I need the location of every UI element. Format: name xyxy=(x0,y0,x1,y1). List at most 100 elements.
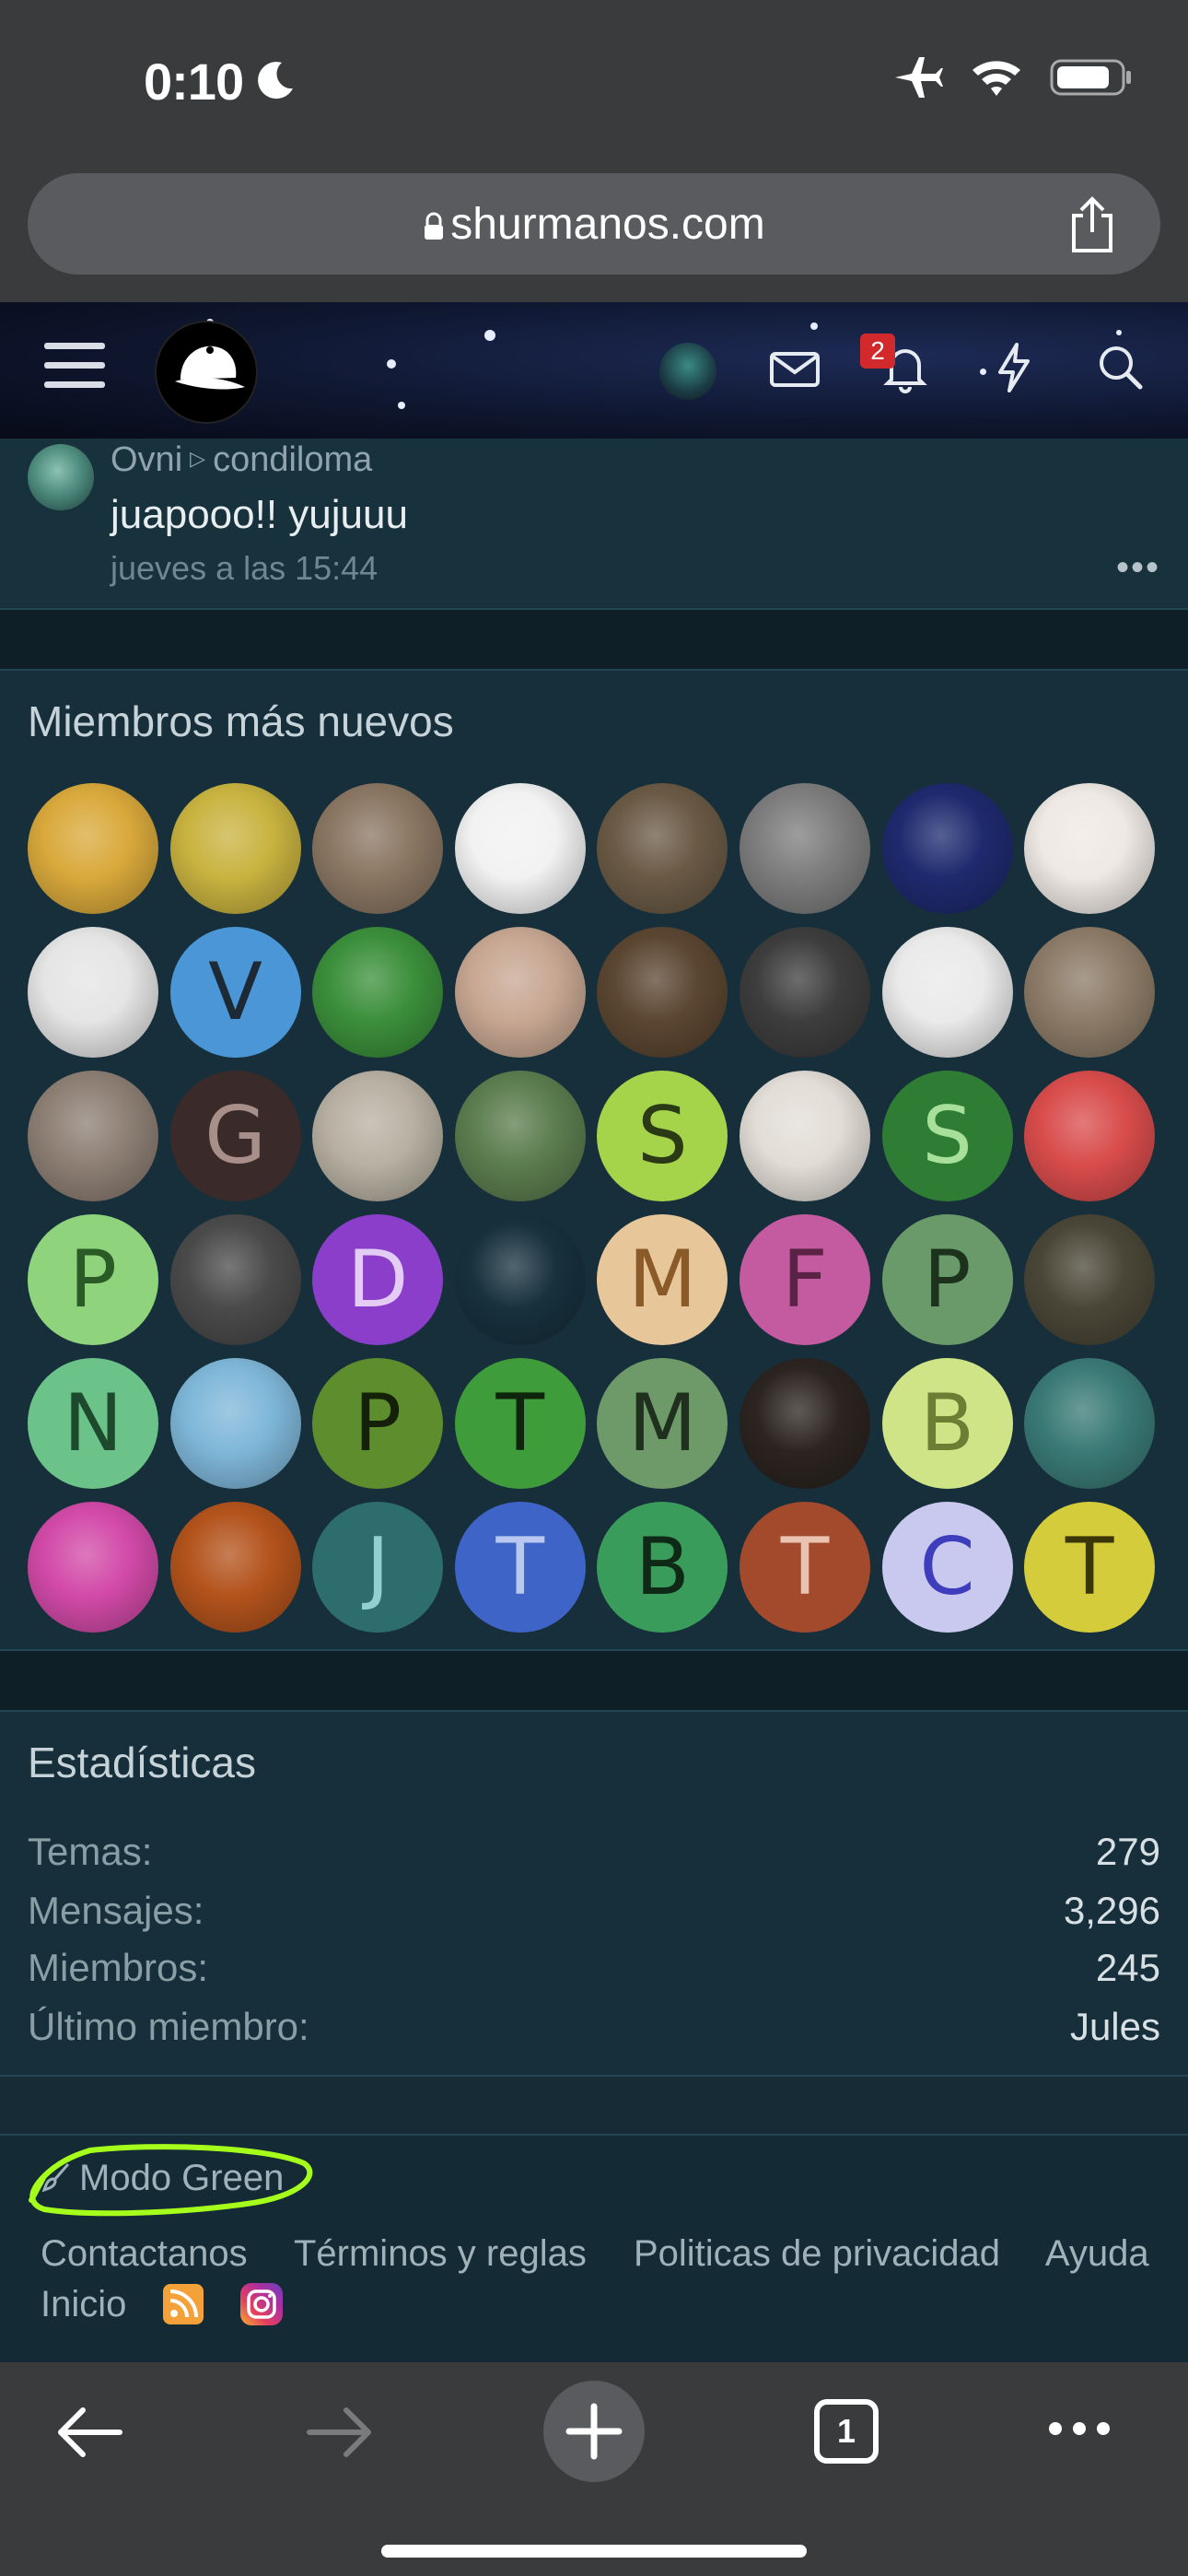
member-avatar[interactable] xyxy=(312,783,444,914)
member-avatar[interactable] xyxy=(28,1071,158,1201)
member-avatar[interactable]: F xyxy=(739,1214,870,1345)
member-avatar[interactable] xyxy=(739,783,870,914)
member-avatar[interactable]: D xyxy=(312,1214,444,1345)
lock-icon xyxy=(425,212,444,240)
contact-link[interactable]: Contactanos xyxy=(41,2233,248,2274)
member-avatar[interactable] xyxy=(1024,1071,1156,1201)
member-avatar[interactable] xyxy=(169,1214,301,1345)
member-avatar[interactable]: T xyxy=(1024,1502,1156,1633)
member-avatar[interactable] xyxy=(1024,783,1156,914)
address-bar[interactable]: shurmanos.com xyxy=(28,173,1160,275)
terms-link[interactable]: Términos y reglas xyxy=(294,2233,587,2274)
member-avatar-letter: J xyxy=(366,1521,390,1613)
user-avatar[interactable] xyxy=(659,343,716,400)
member-avatar[interactable]: P xyxy=(881,1214,1013,1345)
member-avatar[interactable] xyxy=(739,927,870,1058)
member-avatar[interactable] xyxy=(169,783,301,914)
member-avatar[interactable]: C xyxy=(881,1502,1013,1633)
member-avatar[interactable] xyxy=(739,1358,870,1489)
mail-icon[interactable] xyxy=(766,339,823,396)
tabs-button[interactable]: 1 xyxy=(814,2399,879,2464)
more-options-icon[interactable]: ••• xyxy=(1116,547,1160,589)
instagram-icon[interactable] xyxy=(240,2283,284,2325)
member-avatar[interactable] xyxy=(1024,1214,1156,1345)
member-avatar-letter: T xyxy=(495,1521,545,1613)
airplane-icon xyxy=(895,57,943,98)
forward-icon[interactable] xyxy=(304,2403,378,2462)
member-avatar[interactable] xyxy=(28,1502,158,1633)
member-avatar[interactable]: T xyxy=(454,1502,586,1633)
member-avatar[interactable]: S xyxy=(597,1071,728,1201)
member-avatar[interactable] xyxy=(881,783,1013,914)
stat-value: 245 xyxy=(1095,1946,1160,1989)
status-icons xyxy=(891,55,1133,100)
home-link[interactable]: Inicio xyxy=(41,2284,126,2325)
member-avatar[interactable] xyxy=(169,1502,301,1633)
stat-label: Miembros: xyxy=(28,1946,209,1989)
member-avatar[interactable] xyxy=(28,927,158,1058)
member-avatar-letter: M xyxy=(628,1234,697,1326)
star-decoration xyxy=(398,402,405,409)
member-avatar[interactable] xyxy=(881,927,1013,1058)
member-avatar[interactable]: M xyxy=(597,1214,728,1345)
privacy-link[interactable]: Politicas de privacidad xyxy=(634,2233,1000,2274)
member-avatar[interactable] xyxy=(597,927,728,1058)
rss-icon[interactable] xyxy=(163,2284,204,2324)
activity-item[interactable]: Ovni ▷ condiloma juapooo!! yujuuu jueves a… xyxy=(0,439,1188,610)
member-avatar[interactable] xyxy=(454,783,586,914)
activity-time: jueves a las 15:44 xyxy=(111,549,379,587)
member-avatar[interactable]: T xyxy=(739,1502,870,1633)
stat-label: Mensajes: xyxy=(28,1889,204,1932)
triangle-icon: ▷ xyxy=(190,447,206,470)
member-avatar[interactable] xyxy=(1024,1358,1156,1489)
share-icon[interactable] xyxy=(1065,195,1120,254)
member-avatar[interactable]: M xyxy=(597,1358,728,1489)
member-avatar[interactable] xyxy=(739,1071,870,1201)
member-avatar[interactable]: J xyxy=(312,1502,444,1633)
member-avatar[interactable]: N xyxy=(28,1358,158,1489)
activity-avatar[interactable] xyxy=(28,444,94,510)
member-avatar[interactable] xyxy=(28,783,158,914)
help-link[interactable]: Ayuda xyxy=(1045,2233,1149,2274)
member-avatar[interactable]: G xyxy=(169,1071,301,1201)
member-avatar[interactable]: S xyxy=(881,1071,1013,1201)
star-decoration xyxy=(810,322,818,330)
member-avatar[interactable]: P xyxy=(28,1214,158,1345)
member-avatar[interactable] xyxy=(454,1214,586,1345)
member-avatar-letter: T xyxy=(495,1377,545,1469)
lightning-icon[interactable] xyxy=(985,339,1042,396)
stat-label: Último miembro: xyxy=(28,2005,309,2048)
member-avatar[interactable]: T xyxy=(454,1358,586,1489)
member-avatar-letter: G xyxy=(204,1090,266,1182)
member-avatar[interactable] xyxy=(597,783,728,914)
search-icon[interactable] xyxy=(1092,339,1149,396)
member-avatar[interactable]: B xyxy=(881,1358,1013,1489)
activity-target-link[interactable]: condiloma xyxy=(213,440,372,479)
member-avatar-letter: V xyxy=(208,946,263,1038)
member-avatar[interactable] xyxy=(169,1358,301,1489)
menu-icon[interactable] xyxy=(44,343,105,394)
member-avatar[interactable] xyxy=(312,927,444,1058)
member-avatar[interactable]: B xyxy=(597,1502,728,1633)
member-avatar-letter: T xyxy=(780,1521,830,1613)
back-icon[interactable] xyxy=(52,2403,125,2462)
site-logo[interactable] xyxy=(155,321,258,424)
activity-user-link[interactable]: Ovni xyxy=(111,440,182,479)
notification-badge: 2 xyxy=(860,334,895,369)
stat-value: 3,296 xyxy=(1063,1889,1160,1932)
member-avatar[interactable] xyxy=(454,927,586,1058)
more-icon[interactable] xyxy=(1046,2418,1112,2440)
member-avatar-letter: D xyxy=(347,1234,409,1326)
stat-value-last-member-link[interactable]: Jules xyxy=(1070,2005,1160,2049)
member-avatar-letter: C xyxy=(919,1521,975,1613)
member-avatar[interactable]: P xyxy=(312,1358,444,1489)
activity-text: juapooo!! yujuuu xyxy=(111,492,408,537)
site-footer: Modo Green Contactanos Términos y reglas… xyxy=(0,2134,1188,2362)
member-avatar[interactable] xyxy=(1024,927,1156,1058)
member-avatar-letter: P xyxy=(69,1234,117,1326)
new-tab-button[interactable] xyxy=(543,2381,645,2482)
stat-label: Temas: xyxy=(28,1830,153,1873)
member-avatar[interactable] xyxy=(454,1071,586,1201)
member-avatar[interactable] xyxy=(312,1071,444,1201)
member-avatar[interactable]: V xyxy=(169,927,301,1058)
